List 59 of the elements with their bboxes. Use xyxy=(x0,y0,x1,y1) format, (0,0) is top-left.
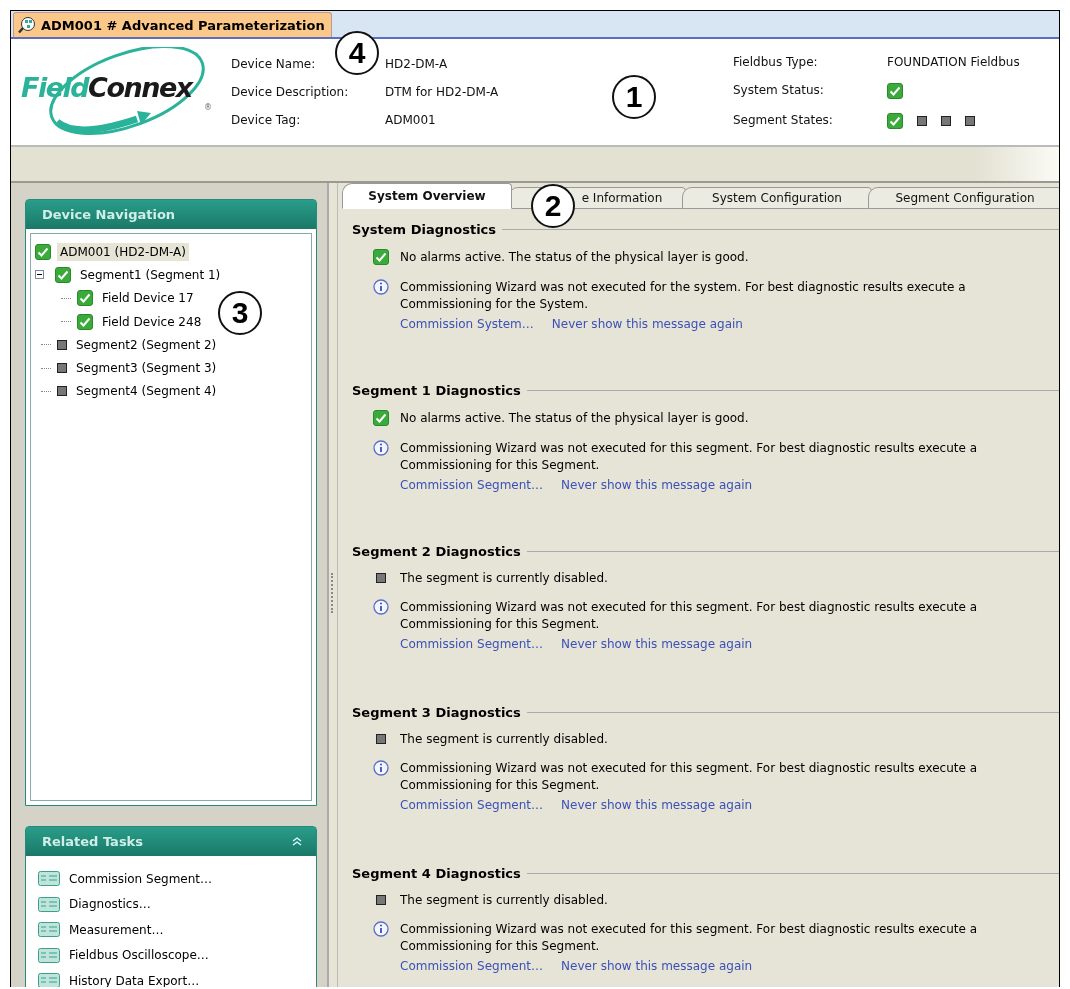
section-title: Segment 3 Diagnostics xyxy=(352,704,521,720)
tree-item[interactable]: Segment1 (Segment 1) xyxy=(77,265,224,284)
task-link[interactable]: History Data Export… xyxy=(69,973,200,987)
tree-item[interactable]: Field Device 248 xyxy=(99,312,205,331)
status-message: The segment is currently disabled. xyxy=(400,732,608,746)
field-label: Device Description: xyxy=(231,85,350,99)
link[interactable]: Never show this message again xyxy=(561,477,753,494)
tree-item[interactable]: Field Device 17 xyxy=(99,289,197,308)
info-icon xyxy=(373,760,389,776)
field-value: HD2-DM-A xyxy=(385,57,449,71)
tab[interactable]: Segment Configuration xyxy=(868,187,1059,209)
task-icon xyxy=(38,922,60,938)
field-value: FOUNDATION Fieldbus xyxy=(887,55,1021,69)
status-message: The segment is currently disabled. xyxy=(400,571,608,585)
link[interactable]: Commission System… xyxy=(400,316,534,333)
task-link[interactable]: Fieldbus Oscilloscope… xyxy=(69,948,209,963)
panel-title: Related Tasks xyxy=(42,834,143,849)
panel-title: Device Navigation xyxy=(42,207,176,222)
link[interactable]: Commission Segment… xyxy=(400,477,544,494)
field-label: Fieldbus Type: xyxy=(733,55,819,69)
status-message: No alarms active. The status of the physical layer is good. xyxy=(400,250,749,264)
task-icon xyxy=(38,871,60,887)
tab[interactable]: System Overview xyxy=(342,183,512,209)
task-link[interactable]: Diagnostics… xyxy=(69,897,151,912)
task-icon xyxy=(38,896,60,912)
info-icon xyxy=(373,279,389,295)
info-message: Commissioning Wizard was not executed for this segment. For best diagnostic results execute a Commissioning for this Segment. xyxy=(400,921,978,955)
callout-number: 2 xyxy=(531,184,575,228)
task-link[interactable]: Commission Segment… xyxy=(69,871,213,886)
task-icon xyxy=(38,973,60,987)
collapse-icon[interactable] xyxy=(35,270,44,280)
window-title: ADM001 # Advanced Parameterization xyxy=(41,17,325,33)
info-icon xyxy=(373,599,389,615)
section-title: Segment 1 Diagnostics xyxy=(352,382,521,398)
section-title: Segment 2 Diagnostics xyxy=(352,543,521,559)
status-message: The segment is currently disabled. xyxy=(400,893,608,907)
link[interactable]: Never show this message again xyxy=(551,316,743,333)
section-title: Segment 4 Diagnostics xyxy=(352,865,521,881)
splitter-grip[interactable] xyxy=(331,573,335,613)
info-icon xyxy=(373,440,389,456)
device-search-icon xyxy=(18,16,36,34)
task-link[interactable]: Measurement… xyxy=(69,922,164,937)
info-message: Commissioning Wizard was not executed for this segment. For best diagnostic results execute a Commissioning for this Segment. xyxy=(400,760,978,794)
field-label: Device Name: xyxy=(231,57,317,71)
info-icon xyxy=(373,921,389,937)
field-label: System Status: xyxy=(733,83,825,99)
task-icon xyxy=(38,947,60,963)
info-message: Commissioning Wizard was not executed for the system. For best diagnostic results execute a Commissioning for the System. xyxy=(400,279,967,313)
field-value: ADM001 xyxy=(385,113,437,127)
field-label: Segment States: xyxy=(733,113,834,129)
window-tab[interactable]: ADM001 # Advanced Parameterization xyxy=(13,12,332,37)
info-message: Commissioning Wizard was not executed for this segment. For best diagnostic results execute a Commissioning for this Segment. xyxy=(400,440,978,474)
status-message: No alarms active. The status of the physical layer is good. xyxy=(400,411,749,425)
tree-item[interactable]: ADM001 (HD2-DM-A) xyxy=(57,242,189,261)
field-value: DTM for HD2-DM-A xyxy=(385,85,500,99)
info-message: Commissioning Wizard was not executed for this segment. For best diagnostic results execute a Commissioning for this Segment. xyxy=(400,599,978,633)
tab[interactable]: System Configuration xyxy=(682,187,872,209)
section-title: System Diagnostics xyxy=(352,221,497,237)
field-label: Device Tag: xyxy=(231,113,302,127)
